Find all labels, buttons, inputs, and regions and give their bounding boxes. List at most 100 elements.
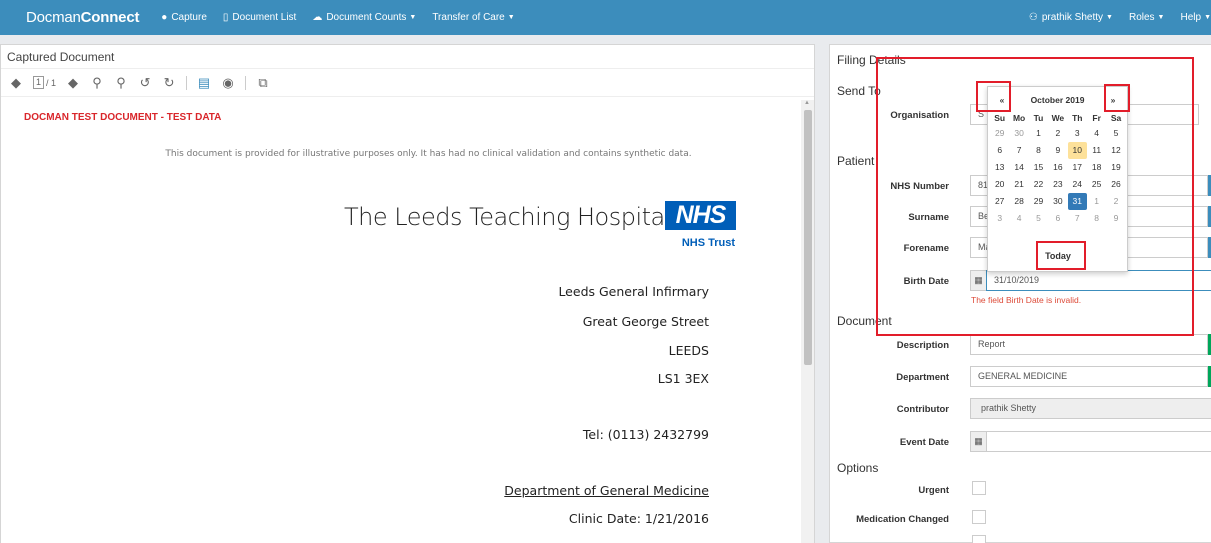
options-heading: Options <box>837 461 879 475</box>
page-current-input[interactable]: 1 <box>33 76 45 89</box>
datepicker-day[interactable]: 2 <box>1048 125 1067 142</box>
datepicker-weekday: Mo <box>1012 113 1026 123</box>
datepicker-day[interactable]: 28 <box>1009 193 1028 210</box>
event-date-input[interactable] <box>986 431 1211 452</box>
viewer-title: Captured Document <box>1 45 814 69</box>
nav-capture-label: Capture <box>171 12 207 23</box>
event-date-label: Event Date <box>899 437 949 448</box>
datepicker-day[interactable]: 27 <box>990 193 1009 210</box>
caret-down-icon: ▼ <box>409 14 417 21</box>
calendar-icon[interactable]: ▦ <box>970 270 987 291</box>
datepicker-day[interactable]: 4 <box>1009 210 1028 227</box>
rotate-right-icon[interactable]: ↻ <box>162 75 176 91</box>
brand-logo[interactable]: DocmanConnect <box>0 9 153 26</box>
datepicker-day[interactable]: 23 <box>1048 176 1067 193</box>
description-input[interactable]: Report <box>970 334 1208 355</box>
nav-roles-menu[interactable]: Roles ▼ <box>1121 12 1173 23</box>
caret-down-icon: ▼ <box>1204 14 1211 21</box>
organisation-label: Organisation <box>890 110 949 121</box>
datepicker-day[interactable]: 12 <box>1106 142 1125 159</box>
datepicker-day[interactable]: 3 <box>990 210 1009 227</box>
nav-document-list[interactable]: ▯ Document List <box>215 12 304 23</box>
previous-page-icon[interactable]: ◆ <box>9 75 23 91</box>
urgent-label: Urgent <box>918 485 949 496</box>
document-heading: Document <box>837 314 892 328</box>
datepicker-month-title[interactable]: October 2019 <box>1010 95 1105 105</box>
datepicker-day[interactable]: 29 <box>1029 193 1048 210</box>
datepicker-day[interactable]: 7 <box>1009 142 1028 159</box>
birth-date-label: Birth Date <box>903 276 949 287</box>
option-checkbox[interactable] <box>972 535 986 543</box>
datepicker-day[interactable]: 10 <box>1067 142 1087 159</box>
nav-capture[interactable]: ● Capture <box>153 12 215 23</box>
datepicker-weekday: Tu <box>1033 113 1044 123</box>
datepicker-day[interactable]: 9 <box>1106 210 1125 227</box>
nav-transfer-of-care[interactable]: Transfer of Care ▼ <box>424 12 522 23</box>
datepicker-day[interactable]: 5 <box>1029 210 1048 227</box>
datepicker-day[interactable]: 29 <box>990 125 1009 142</box>
datepicker-next-month[interactable]: » <box>1105 95 1121 105</box>
zoom-in-icon[interactable]: ⚲ <box>114 75 128 91</box>
datepicker-day[interactable]: 15 <box>1029 159 1048 176</box>
department-input[interactable]: GENERAL MEDICINE <box>970 366 1208 387</box>
datepicker-day[interactable]: 22 <box>1029 176 1048 193</box>
nav-help-menu[interactable]: Help ▼ <box>1172 12 1211 23</box>
next-page-icon[interactable]: ◆ <box>66 75 80 91</box>
datepicker-day[interactable]: 18 <box>1087 159 1106 176</box>
datepicker-weekday: Sa <box>1110 113 1122 123</box>
datepicker-day[interactable]: 31 <box>1067 193 1087 210</box>
datepicker-prev-month[interactable]: « <box>994 95 1010 105</box>
datepicker-day[interactable]: 14 <box>1009 159 1028 176</box>
datepicker-day[interactable]: 13 <box>990 159 1009 176</box>
datepicker-day[interactable]: 5 <box>1106 125 1125 142</box>
calendar-icon[interactable]: ▦ <box>970 431 987 452</box>
datepicker-day[interactable]: 8 <box>1087 210 1106 227</box>
department-label: Department <box>896 372 949 383</box>
address-line2: Great George Street <box>582 314 709 329</box>
datepicker-day[interactable]: 6 <box>990 142 1009 159</box>
eye-icon[interactable]: ◉ <box>221 75 235 91</box>
document-page: DOCMAN TEST DOCUMENT - TEST DATA This do… <box>1 97 801 543</box>
scroll-up-icon[interactable]: ▲ <box>804 100 810 106</box>
datepicker-day[interactable]: 6 <box>1048 210 1067 227</box>
datepicker-day[interactable]: 9 <box>1048 142 1067 159</box>
datepicker-day[interactable]: 21 <box>1009 176 1028 193</box>
toolbar-divider <box>245 75 247 90</box>
rotate-left-icon[interactable]: ↺ <box>138 75 152 91</box>
datepicker-day[interactable]: 30 <box>1048 193 1067 210</box>
birth-date-error: The field Birth Date is invalid. <box>971 295 1082 305</box>
urgent-checkbox[interactable] <box>972 481 986 495</box>
datepicker-day[interactable]: 1 <box>1029 125 1048 142</box>
datepicker-grid: Su Mo Tu We Th Fr Sa 29 30 1 2 3 4 5 6 7 8 9 10 11 12 13 14 15 1… <box>990 111 1126 227</box>
datepicker-day[interactable]: 3 <box>1068 125 1087 142</box>
address-city: LEEDS <box>668 343 709 358</box>
fullscreen-icon[interactable]: ⧉ <box>256 75 270 91</box>
datepicker-day[interactable]: 16 <box>1048 159 1067 176</box>
datepicker-day[interactable]: 19 <box>1106 159 1125 176</box>
datepicker-day[interactable]: 8 <box>1029 142 1048 159</box>
birth-date-input[interactable]: 31/10/2019 <box>986 270 1211 291</box>
medication-changed-checkbox[interactable] <box>972 510 986 524</box>
datepicker-day[interactable]: 4 <box>1087 125 1106 142</box>
nav-user-menu[interactable]: ⚇ prathik Shetty ▼ <box>1021 12 1121 23</box>
datepicker-day[interactable]: 25 <box>1087 176 1106 193</box>
fit-page-icon[interactable]: ▤ <box>197 75 211 91</box>
filing-details-title: Filing Details <box>837 53 906 67</box>
datepicker-day[interactable]: 20 <box>990 176 1009 193</box>
scrollbar-thumb[interactable] <box>804 110 812 365</box>
datepicker-day[interactable]: 26 <box>1106 176 1125 193</box>
datepicker-today-button[interactable]: Today <box>1032 247 1084 265</box>
datepicker-day[interactable]: 2 <box>1106 193 1125 210</box>
top-navbar: DocmanConnect ● Capture ▯ Document List … <box>0 0 1211 35</box>
nav-help-label: Help <box>1180 12 1202 23</box>
document-scrollbar[interactable]: ▲ <box>801 100 814 543</box>
nav-document-counts[interactable]: ☁ Document Counts ▼ <box>304 12 424 23</box>
datepicker-day[interactable]: 30 <box>1009 125 1028 142</box>
zoom-out-icon[interactable]: ⚲ <box>90 75 104 91</box>
page-indicator[interactable]: 1 / 1 <box>33 76 56 89</box>
datepicker-day[interactable]: 11 <box>1087 142 1106 159</box>
datepicker-day[interactable]: 1 <box>1087 193 1106 210</box>
datepicker-day[interactable]: 17 <box>1068 159 1087 176</box>
datepicker-day[interactable]: 24 <box>1068 176 1087 193</box>
datepicker-day[interactable]: 7 <box>1068 210 1087 227</box>
